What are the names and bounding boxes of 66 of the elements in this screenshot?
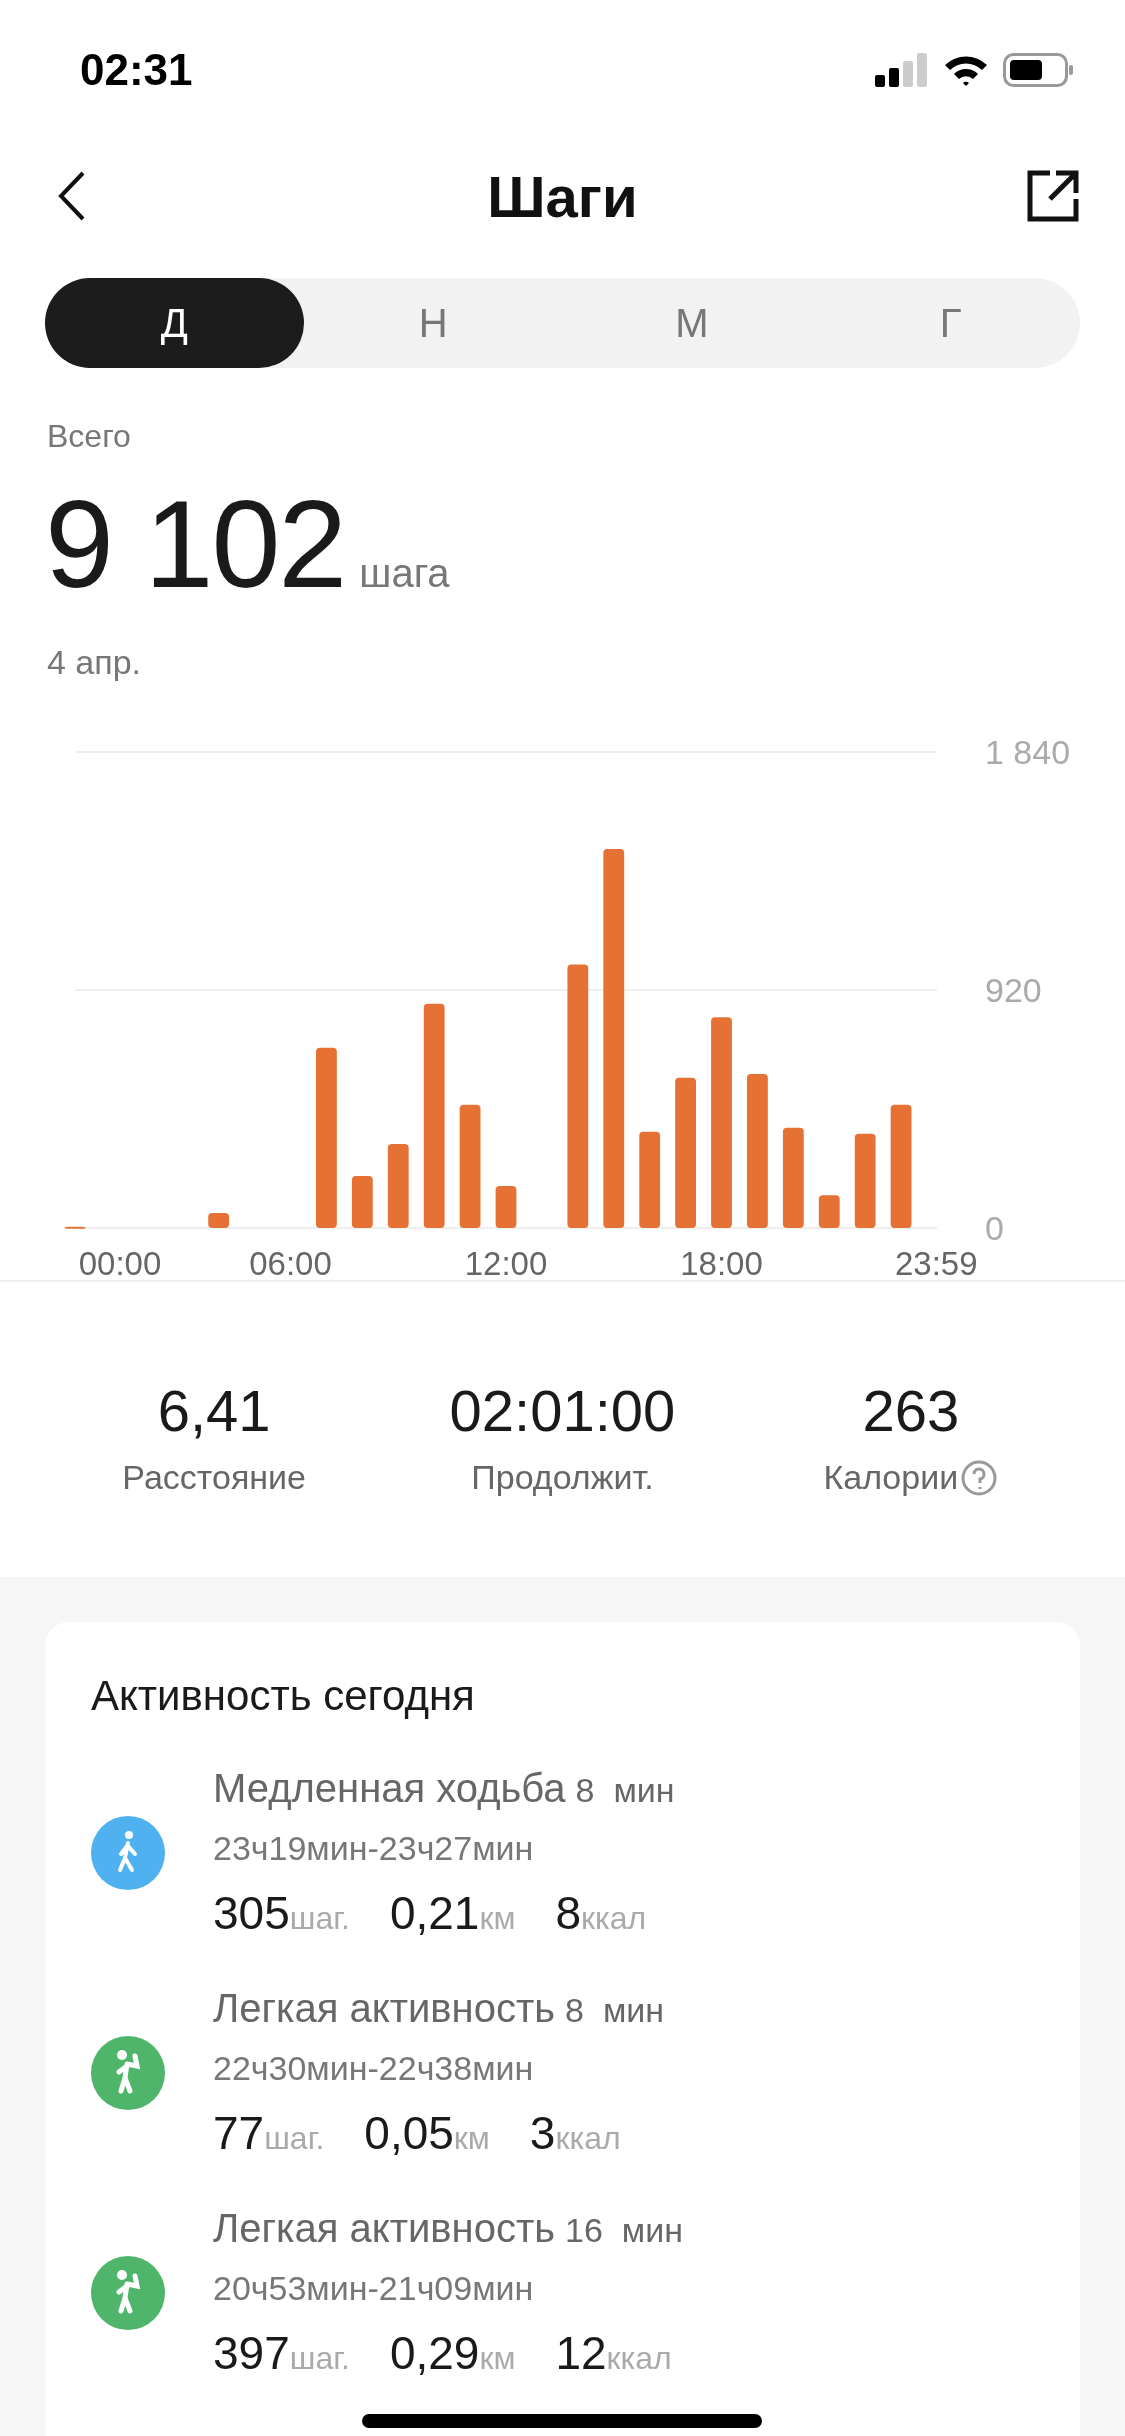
period-tab[interactable]: Н xyxy=(303,278,563,368)
calories-unit: ккал xyxy=(606,2340,672,2377)
activity-duration: 16 мин xyxy=(565,2211,683,2250)
stretching-person-icon xyxy=(91,2256,165,2330)
total-label: Всего xyxy=(47,418,132,455)
activity-duration: 8 мин xyxy=(575,1771,675,1810)
steps-unit: шага xyxy=(359,551,450,596)
calories-unit: ккал xyxy=(581,1900,647,1937)
calories-value: 12 xyxy=(555,2326,607,2380)
steps-value: 397 xyxy=(213,2326,290,2380)
distance-unit: км xyxy=(479,1900,516,1937)
stat-label: Расстояние xyxy=(122,1458,306,1497)
distance-value: 0,29 xyxy=(389,2326,480,2380)
activity-time-range: 23ч19мин-23ч27мин xyxy=(213,1829,535,1868)
help-icon[interactable] xyxy=(960,1458,999,1497)
signal-icon xyxy=(875,53,929,87)
walking-person-icon xyxy=(91,1816,165,1890)
bar xyxy=(64,1226,86,1229)
activity-title: Активность сегодня xyxy=(91,1672,476,1720)
period-tab[interactable]: Д xyxy=(45,278,304,368)
steps-unit: шаг. xyxy=(289,2340,350,2377)
x-axis-label: 06:00 xyxy=(249,1245,332,1280)
activity-time-range: 22ч30мин-22ч38мин xyxy=(213,2049,535,2088)
period-tab[interactable]: Г xyxy=(821,278,1080,368)
date-label: 4 апр. xyxy=(47,643,143,682)
wifi-icon xyxy=(943,53,989,87)
activity-time-range: 20ч53мин-21ч09мин xyxy=(213,2269,535,2308)
steps-value: 305 xyxy=(213,1886,290,1940)
calories-value: 8 xyxy=(555,1886,581,1940)
distance-unit: км xyxy=(453,2120,490,2157)
back-icon xyxy=(57,170,87,222)
y-axis-label: 0 xyxy=(985,1209,1004,1247)
battery-icon xyxy=(1003,53,1075,87)
distance-unit: км xyxy=(479,2340,516,2377)
status-time: 02:31 xyxy=(80,45,193,95)
export-icon xyxy=(1026,169,1080,223)
stat-label: Продолжит. xyxy=(471,1458,654,1497)
stretching-person-icon xyxy=(91,2036,165,2110)
y-axis-label: 1 840 xyxy=(985,733,1071,771)
bar xyxy=(818,1195,840,1228)
stat-label: Калории xyxy=(823,1458,959,1497)
distance-value: 0,05 xyxy=(364,2106,454,2160)
y-axis-label: 920 xyxy=(985,971,1042,1009)
x-axis-label: 23:59 xyxy=(895,1245,978,1280)
steps-unit: шаг. xyxy=(289,1900,350,1937)
activity-name: Легкая активность xyxy=(213,2206,556,2251)
bar xyxy=(351,1176,373,1228)
activity-duration: 8 мин xyxy=(565,1991,665,2030)
bar xyxy=(208,1213,230,1228)
period-tab[interactable]: М xyxy=(562,278,822,368)
steps-value: 77 xyxy=(213,2106,265,2160)
page-title: Шаги xyxy=(487,162,638,230)
x-axis-label: 12:00 xyxy=(464,1245,548,1280)
calories-value: 3 xyxy=(529,2106,556,2160)
bar xyxy=(495,1186,517,1228)
stat-value: 263 xyxy=(862,1377,960,1444)
calories-unit: ккал xyxy=(555,2120,621,2157)
x-axis-label: 00:00 xyxy=(78,1245,162,1280)
total-steps-value: 9 102 xyxy=(45,474,346,615)
x-axis-label: 18:00 xyxy=(680,1245,763,1280)
distance-value: 0,21 xyxy=(389,1886,480,1940)
steps-unit: шаг. xyxy=(264,2120,325,2157)
stat-value: 6,41 xyxy=(157,1377,271,1444)
stat-value: 02:01:00 xyxy=(449,1377,676,1444)
activity-name: Медленная ходьба xyxy=(213,1766,566,1811)
activity-name: Легкая активность xyxy=(213,1986,556,2031)
